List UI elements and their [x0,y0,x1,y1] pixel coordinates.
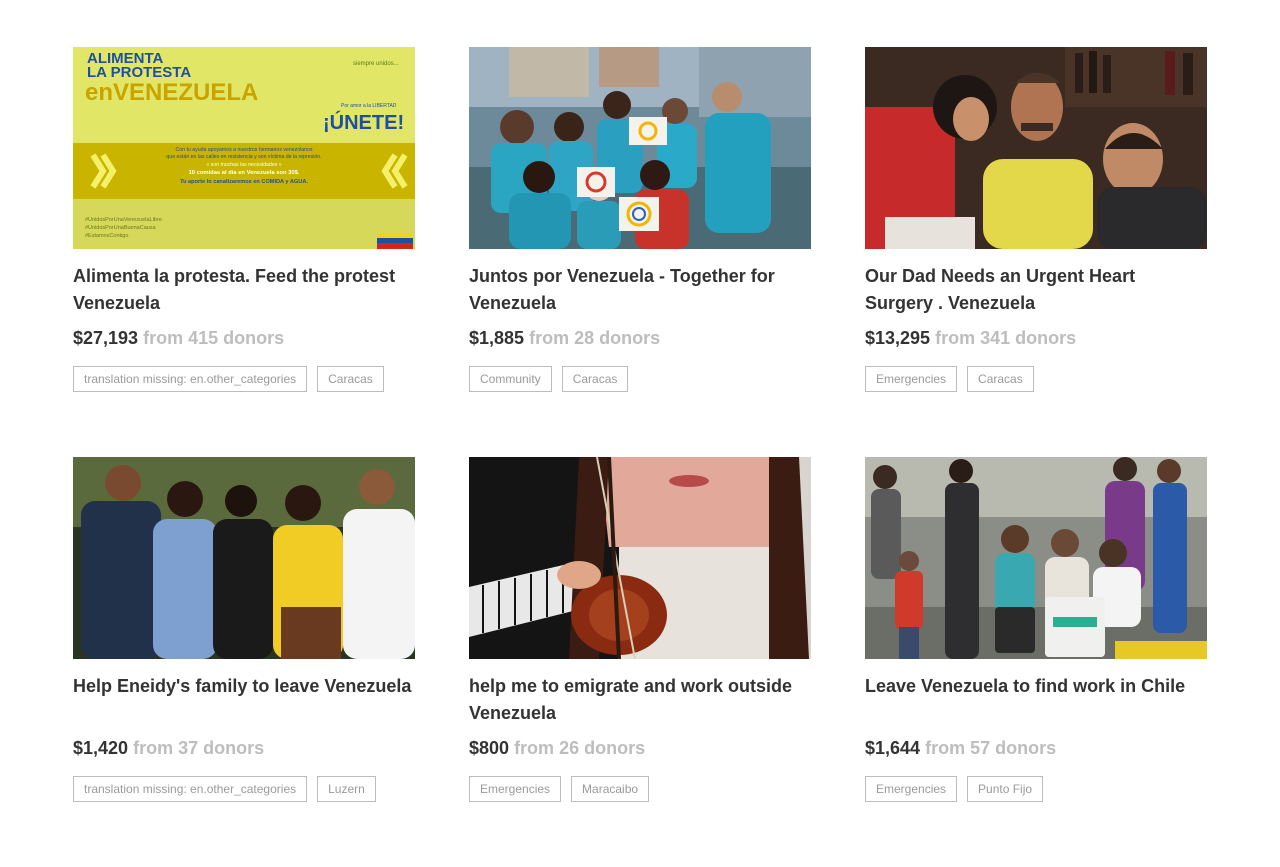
banner-body5: Tu aporte lo canalizaremos en COMIDA y A… [180,179,308,185]
campaign-title[interactable]: Juntos por Venezuela - Together for Vene… [469,263,811,317]
amount-raised: $1,644 [865,738,921,758]
campaign-tags: Community Caracas [469,366,811,392]
violinist-photo [469,457,811,659]
campaign-title[interactable]: Alimenta la protesta. Feed the protest V… [73,263,415,317]
location-tag[interactable]: Luzern [317,776,376,802]
border-crowd-photo [865,457,1207,659]
campaign-card: Juntos por Venezuela - Together for Vene… [469,47,811,457]
category-tag[interactable]: Emergencies [469,776,562,802]
campaign-funding: $1,885 from 28 donors [469,327,811,349]
campaign-card: ALIMENTA LA PROTESTA enVENEZUELA siempre… [73,47,415,457]
campaign-tags: Emergencies Punto Fijo [865,776,1207,802]
category-tag[interactable]: translation missing: en.other_categories [73,776,308,802]
eneidy-family-photo [73,457,415,659]
campaign-funding: $1,420 from 37 donors [73,737,415,759]
donor-count: from 57 donors [925,738,1057,758]
campaign-funding: $800 from 26 donors [469,737,811,759]
location-tag[interactable]: Punto Fijo [967,776,1044,802]
banner-body2: que están en las calles en resistencia y… [166,154,321,160]
campaign-image-family-dad[interactable] [865,47,1207,249]
campaign-grid: ALIMENTA LA PROTESTA enVENEZUELA siempre… [73,47,1207,867]
banner-body4: 10 comidas al día en Venezuela son 30$. [189,170,300,176]
banner-cta: ¡ÚNETE! [323,110,404,134]
banner-cta-small: Por amor a la LIBERTAD [341,103,397,109]
campaign-tags: Emergencies Caracas [865,366,1207,392]
location-tag[interactable]: Caracas [317,366,384,392]
campaign-title[interactable]: Our Dad Needs an Urgent Heart Surgery . … [865,263,1207,317]
campaign-image-protest-banner[interactable]: ALIMENTA LA PROTESTA enVENEZUELA siempre… [73,47,415,249]
amount-raised: $800 [469,738,510,758]
category-tag[interactable]: Emergencies [865,366,958,392]
campaign-funding: $1,644 from 57 donors [865,737,1207,759]
donor-count: from 28 donors [529,328,661,348]
campaign-card: Help Eneidy's family to leave Venezuela … [73,457,415,867]
campaign-card: help me to emigrate and work outside Ven… [469,457,811,867]
campaign-title[interactable]: Leave Venezuela to find work in Chile [865,673,1207,727]
donor-count: from 415 donors [143,328,285,348]
amount-raised: $1,420 [73,738,129,758]
campaign-title[interactable]: help me to emigrate and work outside Ven… [469,673,811,727]
campaign-image-border-crowd[interactable] [865,457,1207,659]
campaign-title[interactable]: Help Eneidy's family to leave Venezuela [73,673,415,727]
nurses-group-photo [469,47,811,249]
campaign-image-nurses-group[interactable] [469,47,811,249]
category-tag[interactable]: Community [469,366,552,392]
campaign-tags: translation missing: en.other_categories… [73,366,415,392]
donor-count: from 37 donors [133,738,265,758]
campaign-tags: Emergencies Maracaibo [469,776,811,802]
campaign-image-eneidy-family[interactable] [73,457,415,659]
banner-line3: enVENEZUELA [85,79,258,106]
campaign-funding: $27,193 from 415 donors [73,327,415,349]
campaign-image-violinist[interactable] [469,457,811,659]
family-dad-photo [865,47,1207,249]
campaign-tags: translation missing: en.other_categories… [73,776,415,802]
banner-hash2: #UnidosPorUnaBuenaCausa [85,225,157,231]
donor-count: from 341 donors [935,328,1077,348]
campaign-funding: $13,295 from 341 donors [865,327,1207,349]
amount-raised: $13,295 [865,328,931,348]
category-tag[interactable]: translation missing: en.other_categories [73,366,308,392]
category-tag[interactable]: Emergencies [865,776,958,802]
banner-body3: « son muchas las necesidades » [206,162,281,168]
banner-body1: Con tu ayuda apoyamos a nuestros hermano… [176,147,313,153]
location-tag[interactable]: Caracas [561,366,629,392]
location-tag[interactable]: Maracaibo [571,776,650,802]
location-tag[interactable]: Caracas [967,366,1034,392]
protest-banner-image: ALIMENTA LA PROTESTA enVENEZUELA siempre… [73,47,415,249]
amount-raised: $1,885 [469,328,525,348]
banner-small-top: siempre unidos... [353,61,399,67]
donor-count: from 26 donors [514,738,646,758]
campaign-card: Our Dad Needs an Urgent Heart Surgery . … [865,47,1207,457]
banner-hash3: #EstamosContigo [85,233,128,239]
campaign-card: Leave Venezuela to find work in Chile $1… [865,457,1207,867]
amount-raised: $27,193 [73,328,139,348]
banner-hash1: #UnidosPorUnaVenezuelaLibre [85,217,162,223]
